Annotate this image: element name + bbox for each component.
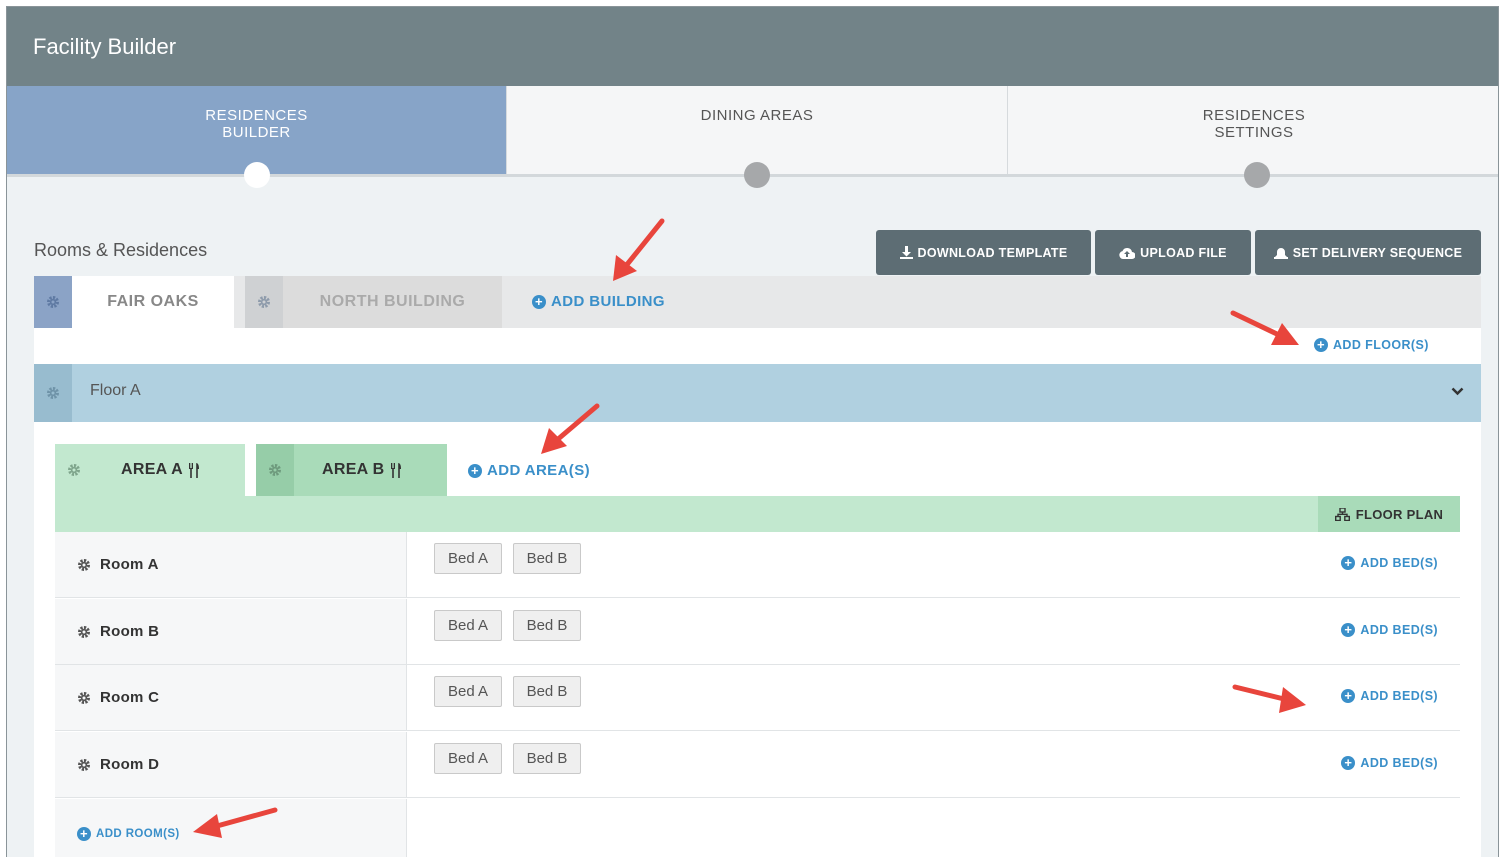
plus-circle-icon: + (77, 827, 91, 841)
upload-file-button[interactable]: UPLOAD FILE (1095, 230, 1251, 275)
bed-chip[interactable]: Bed A (434, 676, 502, 707)
tab-label-line1: RESIDENCES (1202, 107, 1306, 124)
add-floor-link[interactable]: + ADD FLOOR(S) (1314, 338, 1429, 352)
plus-circle-icon: + (1314, 338, 1328, 352)
building-settings-button[interactable] (34, 276, 72, 328)
add-bed-label: ADD BED(S) (1360, 556, 1438, 570)
annotation-arrow (1232, 684, 1306, 713)
building-settings-button[interactable] (245, 276, 283, 328)
step-dot[interactable] (1244, 162, 1270, 188)
set-delivery-sequence-label: SET DELIVERY SEQUENCE (1292, 245, 1463, 260)
room-name: Room A (100, 556, 159, 573)
room-name: Room B (100, 623, 160, 640)
add-room-label: ADD ROOM(S) (96, 828, 180, 840)
add-building-link[interactable]: + ADD BUILDING (532, 293, 665, 310)
add-building-label: ADD BUILDING (551, 293, 665, 310)
tab-label-line2: SETTINGS (1214, 124, 1294, 141)
download-icon (899, 246, 913, 259)
download-template-button[interactable]: DOWNLOAD TEMPLATE (876, 230, 1091, 275)
floor-header[interactable]: Floor A (34, 364, 1481, 422)
utensils-icon (390, 462, 401, 478)
add-bed-label: ADD BED(S) (1360, 756, 1438, 770)
add-floor-label: ADD FLOOR(S) (1333, 338, 1429, 352)
set-delivery-sequence-button[interactable]: SET DELIVERY SEQUENCE (1255, 230, 1481, 275)
room-name-cell: Room A (55, 532, 407, 597)
area-settings-button[interactable] (256, 444, 294, 496)
utensils-icon (188, 462, 199, 478)
area-tab-a[interactable]: AREA A (55, 444, 245, 496)
sitemap-icon (1334, 507, 1350, 521)
add-bed-link[interactable]: + ADD BED(S) (1341, 623, 1438, 637)
add-bed-label: ADD BED(S) (1360, 623, 1438, 637)
floor-settings-button[interactable] (34, 364, 72, 422)
building-tab-fair-oaks[interactable]: FAIR OAKS (72, 276, 234, 328)
plus-circle-icon: + (468, 463, 482, 478)
bell-icon (1273, 247, 1288, 259)
floor-plan-label: FLOOR PLAN (1355, 506, 1444, 522)
step-dot[interactable] (744, 162, 770, 188)
gear-icon (258, 296, 270, 308)
bed-chip[interactable]: Bed A (434, 543, 502, 574)
cloud-upload-icon (1119, 247, 1136, 259)
room-row: Room B Bed A Bed B + ADD BED(S) (55, 599, 1460, 665)
bed-chip[interactable]: Bed B (513, 610, 581, 641)
gear-icon[interactable] (77, 758, 91, 772)
plus-circle-icon: + (532, 294, 546, 309)
bed-chip[interactable]: Bed A (434, 610, 502, 641)
gear-icon[interactable] (77, 558, 91, 572)
gear-icon (47, 296, 59, 308)
area-settings-button[interactable] (55, 444, 93, 496)
gear-icon (47, 387, 59, 399)
step-dot-active[interactable] (244, 162, 270, 188)
floor-plan-button[interactable]: FLOOR PLAN (1318, 496, 1460, 532)
gear-icon[interactable] (77, 691, 91, 705)
plus-circle-icon: + (1341, 623, 1356, 637)
plus-circle-icon: + (1341, 556, 1356, 570)
tab-label-line2: BUILDER (222, 124, 291, 141)
add-area-label: ADD AREA(S) (487, 462, 591, 479)
bed-chip[interactable]: Bed A (434, 743, 502, 774)
plus-circle-icon: + (1341, 756, 1356, 770)
add-bed-link[interactable]: + ADD BED(S) (1341, 556, 1438, 570)
room-name-cell: Room C (55, 665, 407, 730)
area-name: AREA A (121, 461, 183, 478)
gear-icon (68, 464, 80, 476)
annotation-arrow (541, 403, 600, 454)
add-area-link[interactable]: + ADD AREA(S) (468, 462, 590, 479)
annotation-arrow (193, 807, 278, 838)
add-room-link[interactable]: + ADD ROOM(S) (77, 827, 180, 841)
room-name-cell: Room B (55, 599, 407, 664)
plus-circle-icon: + (1341, 689, 1356, 703)
room-name: Room D (100, 756, 160, 773)
gear-icon[interactable] (77, 625, 91, 639)
room-name: Room C (100, 689, 160, 706)
add-bed-label: ADD BED(S) (1360, 689, 1438, 703)
building-tab-north-building[interactable]: NORTH BUILDING (283, 276, 502, 328)
tab-label-line1: DINING AREAS (700, 107, 814, 124)
chevron-down-icon[interactable] (1451, 387, 1464, 396)
section-title: Rooms & Residences (34, 240, 208, 260)
room-row: Room D Bed A Bed B + ADD BED(S) (55, 732, 1460, 798)
app-title: Facility Builder (33, 34, 177, 59)
bed-chip[interactable]: Bed B (513, 543, 581, 574)
app-header: Facility Builder (7, 7, 1498, 86)
room-row: Room A Bed A Bed B + ADD BED(S) (55, 532, 1460, 598)
bed-chip[interactable]: Bed B (513, 743, 581, 774)
area-bar: FLOOR PLAN (55, 496, 1460, 532)
add-bed-link[interactable]: + ADD BED(S) (1341, 756, 1438, 770)
bed-chip[interactable]: Bed B (513, 676, 581, 707)
tab-label-line1: RESIDENCES (205, 107, 308, 124)
floor-name: Floor A (90, 382, 141, 399)
area-tab-b[interactable]: AREA B (256, 444, 447, 496)
download-template-label: DOWNLOAD TEMPLATE (917, 245, 1068, 260)
area-name: AREA B (322, 461, 385, 478)
room-name-cell: Room D (55, 732, 407, 797)
annotation-arrow (1230, 310, 1299, 345)
add-bed-link[interactable]: + ADD BED(S) (1341, 689, 1438, 703)
annotation-arrow (613, 218, 665, 281)
upload-file-label: UPLOAD FILE (1140, 245, 1227, 260)
gear-icon (269, 464, 281, 476)
app-window: Facility Builder RESIDENCES BUILDER DINI… (6, 6, 1499, 857)
